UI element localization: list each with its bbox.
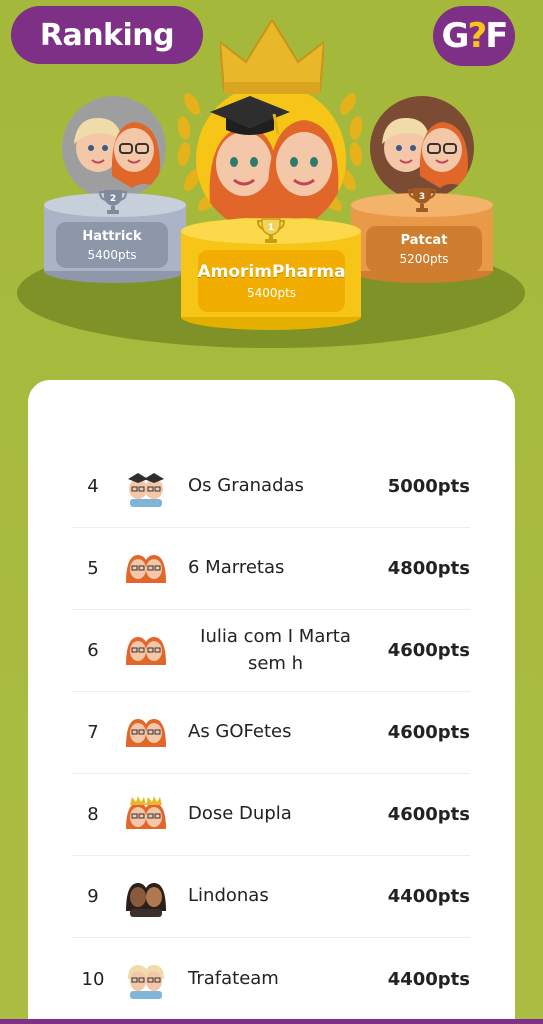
team-avatar-blondes-icon	[128, 965, 164, 999]
team-points: 4400pts	[387, 968, 470, 990]
team-avatar-graduates-icon	[128, 472, 164, 507]
first-place-points: 5400pts	[246, 286, 297, 300]
team-name: Lindonas	[188, 885, 269, 907]
first-place-plate: AmorimPharma 5400pts	[197, 250, 346, 312]
second-place-points: 5400pts	[87, 247, 137, 262]
team-name: Os Granadas	[188, 475, 304, 497]
logo-letter-f: F	[485, 16, 508, 56]
ranking-row[interactable]: 5 6 Marretas 4800pts	[72, 528, 470, 610]
bottom-bar	[0, 1019, 543, 1024]
team-avatar-dark-hair-icon	[126, 882, 166, 917]
first-place-team: AmorimPharma	[197, 262, 346, 282]
team-name: Iulia com I Marta sem h	[200, 626, 351, 674]
team-avatar-redheads-icon	[126, 554, 166, 583]
third-place-trophy-icon: 3	[407, 188, 437, 212]
ranking-row[interactable]: 8 Dose Dupla 4600pts	[72, 774, 470, 856]
third-place-points: 5200pts	[399, 251, 449, 266]
team-points: 5000pts	[387, 476, 470, 497]
rank-number: 8	[87, 804, 99, 825]
team-avatar-crowned-icon	[126, 795, 166, 829]
team-name: Dose Dupla	[188, 803, 292, 825]
ranking-row[interactable]: 10 Trafateam 4400pts	[72, 938, 470, 1020]
second-place-trophy-icon: 2	[98, 190, 128, 214]
svg-text:2: 2	[110, 194, 116, 204]
team-points: 4600pts	[387, 722, 470, 743]
gof-logo[interactable]: G? F	[433, 6, 515, 66]
team-name: As GOFetes	[188, 721, 292, 743]
third-place-plate: Patcat 5200pts	[366, 226, 482, 272]
svg-text:3: 3	[419, 192, 425, 202]
svg-text:1: 1	[268, 223, 274, 233]
team-points: 4600pts	[387, 804, 470, 825]
rank-number: 7	[87, 722, 99, 743]
graduation-cap-icon	[210, 96, 290, 135]
ranking-row[interactable]: 6 Iulia com I Marta sem h 4600pts	[72, 610, 470, 692]
first-place-trophy-icon: 1	[256, 218, 286, 243]
ranking-row[interactable]: 4 Os Granadas 5000pts	[72, 446, 470, 528]
rank-number: 6	[87, 640, 99, 661]
ranking-screen: Ranking G? F 2 Hattrick 5400pts 3 Patcat…	[0, 0, 543, 1024]
third-place-team: Patcat	[400, 232, 448, 248]
second-place-team: Hattrick	[82, 228, 142, 244]
rank-number: 5	[87, 558, 99, 579]
rank-number: 4	[87, 476, 99, 497]
second-place-plate: Hattrick 5400pts	[56, 222, 168, 268]
rank-number: 9	[87, 886, 99, 907]
team-avatar-redheads-icon	[126, 718, 166, 747]
team-name: 6 Marretas	[188, 557, 285, 579]
ranking-row[interactable]: 7 As GOFetes 4600pts	[72, 692, 470, 774]
logo-question-mark: ?	[467, 16, 487, 56]
team-name: Trafateam	[188, 967, 279, 989]
team-points: 4800pts	[387, 558, 470, 579]
logo-letter-g: G	[441, 16, 470, 56]
team-points: 4400pts	[387, 886, 470, 907]
page-title: Ranking	[11, 6, 203, 64]
second-place-avatar	[62, 96, 166, 200]
rank-number: 10	[81, 968, 105, 990]
crown-icon	[220, 20, 324, 94]
team-points: 4600pts	[387, 640, 470, 661]
ranking-row[interactable]: 9 Lindonas 4400pts	[72, 856, 470, 938]
team-avatar-redheads-icon	[126, 636, 166, 665]
